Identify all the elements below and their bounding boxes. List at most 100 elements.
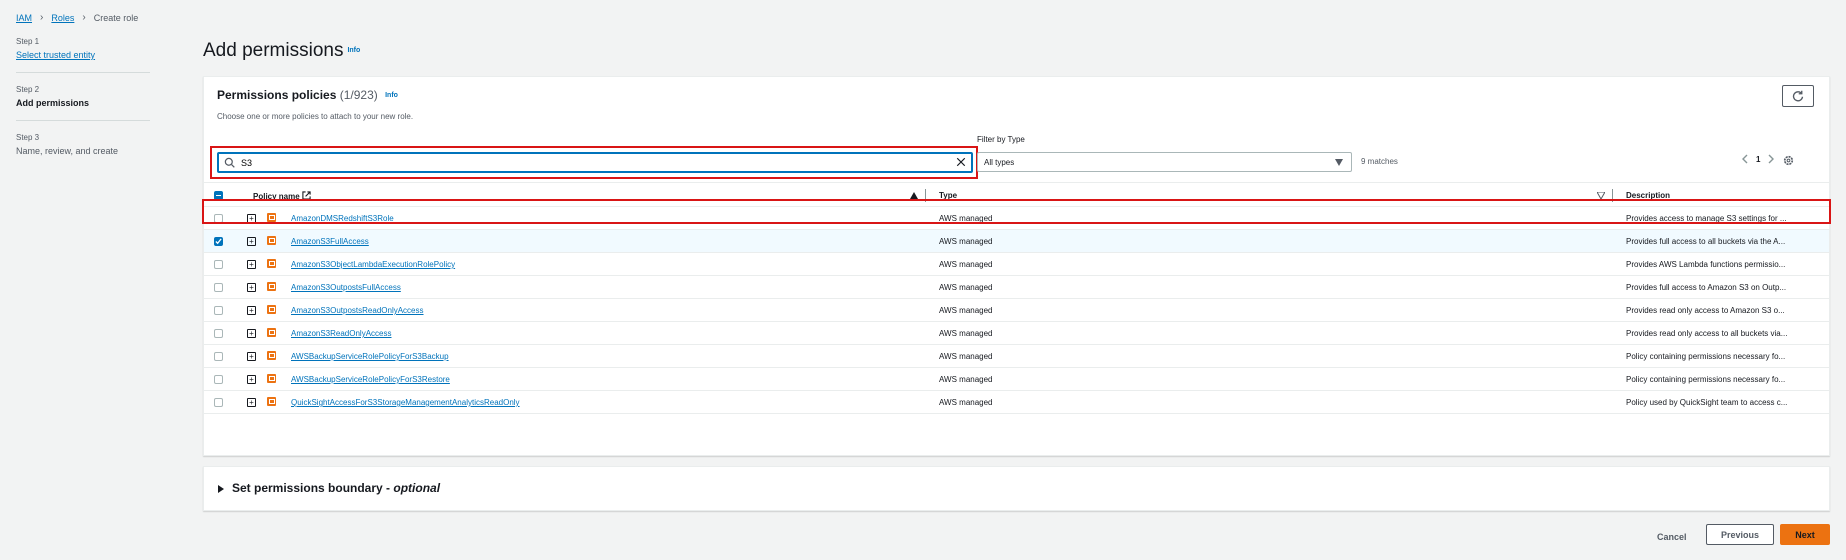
row-checkbox[interactable] [214,306,223,315]
aws-policy-icon [267,282,276,291]
refresh-button[interactable] [1782,85,1814,107]
table-row[interactable]: + AmazonS3ObjectLambdaExecutionRolePolicy… [204,253,1829,276]
aws-policy-icon [267,236,276,245]
expand-icon[interactable]: + [247,352,256,361]
policy-type: AWS managed [939,352,993,361]
policy-description: Policy containing permissions necessary … [1626,375,1786,384]
row-checkbox[interactable] [214,237,223,246]
row-checkbox[interactable] [214,260,223,269]
panel-title: Permissions policies (1/923) Info [217,88,398,102]
aws-policy-icon [267,328,276,337]
aws-policy-icon [267,305,276,314]
aws-policy-icon [267,259,276,268]
policy-type: AWS managed [939,237,993,246]
row-checkbox[interactable] [214,329,223,338]
expand-icon[interactable]: + [247,306,256,315]
permissions-boundary-title: Set permissions boundary - optional [232,481,440,495]
search-field[interactable] [217,152,973,173]
expand-icon[interactable]: + [247,260,256,269]
policy-name-link[interactable]: AmazonS3OutpostsFullAccess [291,283,401,292]
chevron-left-icon[interactable] [1741,154,1748,164]
table-row[interactable]: + AWSBackupServiceRolePolicyForS3Restore A… [204,368,1829,391]
table-row[interactable]: + AWSBackupServiceRolePolicyForS3Backup AW… [204,345,1829,368]
step-number: Step 1 [16,37,40,46]
permissions-policies-panel: Permissions policies (1/923) Info Choose… [202,76,1831,456]
table-body: + AmazonDMSRedshiftS3Role AWS managed Provi… [204,207,1829,414]
policy-name-link[interactable]: AmazonS3FullAccess [291,237,369,246]
boundary-optional-label: optional [393,481,441,495]
check-icon [215,238,222,245]
chevron-right-icon: › [82,12,86,23]
expand-icon[interactable]: + [247,375,256,384]
policy-type: AWS managed [939,260,993,269]
policy-type: AWS managed [939,306,993,315]
page-number[interactable]: 1 [1756,155,1760,164]
cancel-button[interactable]: Cancel [1657,532,1687,542]
step-link-select-trusted-entity[interactable]: Select trusted entity [16,50,150,60]
step-1: Step 1 Select trusted entity [16,37,150,73]
pagination: 1 [1741,154,1775,164]
info-link[interactable]: Info [385,92,398,99]
expand-icon[interactable]: + [247,283,256,292]
policy-description: Provides AWS Lambda functions permissio.… [1626,260,1786,269]
table-row[interactable]: + AmazonS3OutpostsReadOnlyAccess AWS manag… [204,299,1829,322]
policy-description: Provides read only access to Amazon S3 o… [1626,306,1785,315]
row-checkbox[interactable] [214,352,223,361]
panel-title-text: Permissions policies [217,88,337,102]
step-3: Step 3 Name, review, and create [16,133,150,168]
breadcrumb-iam[interactable]: IAM [16,13,32,23]
policy-name-link[interactable]: AmazonS3ReadOnlyAccess [291,329,392,338]
policy-name-link[interactable]: QuickSightAccessForS3StorageManagementAn… [291,398,520,407]
row-checkbox[interactable] [214,398,223,407]
policy-type: AWS managed [939,329,993,338]
expand-icon[interactable]: + [247,237,256,246]
boundary-title-text: Set permissions boundary - [232,481,394,495]
breadcrumb-roles[interactable]: Roles [51,13,74,23]
table-row[interactable]: + AmazonS3OutpostsFullAccess AWS managed Pr… [204,276,1829,299]
filter-selected-value: All types [984,158,1015,167]
expand-icon[interactable]: + [247,398,256,407]
filter-type-select[interactable]: All types [977,152,1352,172]
permissions-boundary-section[interactable]: Set permissions boundary - optional [203,466,1830,511]
aws-policy-icon [267,397,276,406]
table-row[interactable]: + AmazonS3ReadOnlyAccess AWS managed Provid… [204,322,1829,345]
refresh-icon [1792,90,1804,102]
filter-label: Filter by Type [977,135,1025,144]
policy-name-link[interactable]: AWSBackupServiceRolePolicyForS3Backup [291,352,449,361]
gear-icon[interactable] [1783,155,1794,166]
breadcrumb-current: Create role [93,12,139,23]
policy-type: AWS managed [939,398,993,407]
breadcrumb: IAM › Roles › Create role [16,12,138,23]
policy-name-link[interactable]: AmazonS3ObjectLambdaExecutionRolePolicy [291,260,455,269]
step-title-name-review: Name, review, and create [16,146,119,156]
match-count: 9 matches [1361,157,1398,166]
caret-right-icon [218,485,224,493]
sort-ascending-icon[interactable] [910,192,918,199]
row-checkbox[interactable] [214,375,223,384]
selection-count: (1/923) [339,88,378,102]
close-icon[interactable] [955,156,967,168]
table-row[interactable]: + QuickSightAccessForS3StorageManagementA… [204,391,1829,414]
search-icon [224,157,235,168]
policy-description: Provides read only access to all buckets… [1626,329,1788,338]
info-link[interactable]: Info [347,47,360,54]
page-title-text: Add permissions [203,40,344,61]
policy-type: AWS managed [939,375,993,384]
policy-description: Provides full access to all buckets via … [1626,237,1786,246]
chevron-right-icon: › [40,12,44,23]
expand-icon[interactable]: + [247,329,256,338]
step-2: Step 2 Add permissions [16,85,150,121]
policy-type: AWS managed [939,283,993,292]
policy-name-link[interactable]: AWSBackupServiceRolePolicyForS3Restore [291,375,450,384]
sort-icon[interactable] [1597,192,1605,199]
next-button[interactable]: Next [1780,524,1830,545]
wizard-steps: Step 1 Select trusted entity Step 2 Add … [16,37,150,180]
chevron-right-icon[interactable] [1768,154,1775,164]
search-input[interactable] [241,156,941,170]
previous-button[interactable]: Previous [1706,524,1774,545]
row-checkbox[interactable] [214,283,223,292]
table-row[interactable]: + AmazonS3FullAccess AWS managed Provides f… [204,230,1829,253]
panel-description: Choose one or more policies to attach to… [217,112,414,121]
policy-name-link[interactable]: AmazonS3OutpostsReadOnlyAccess [291,306,424,315]
aws-policy-icon [267,351,276,360]
